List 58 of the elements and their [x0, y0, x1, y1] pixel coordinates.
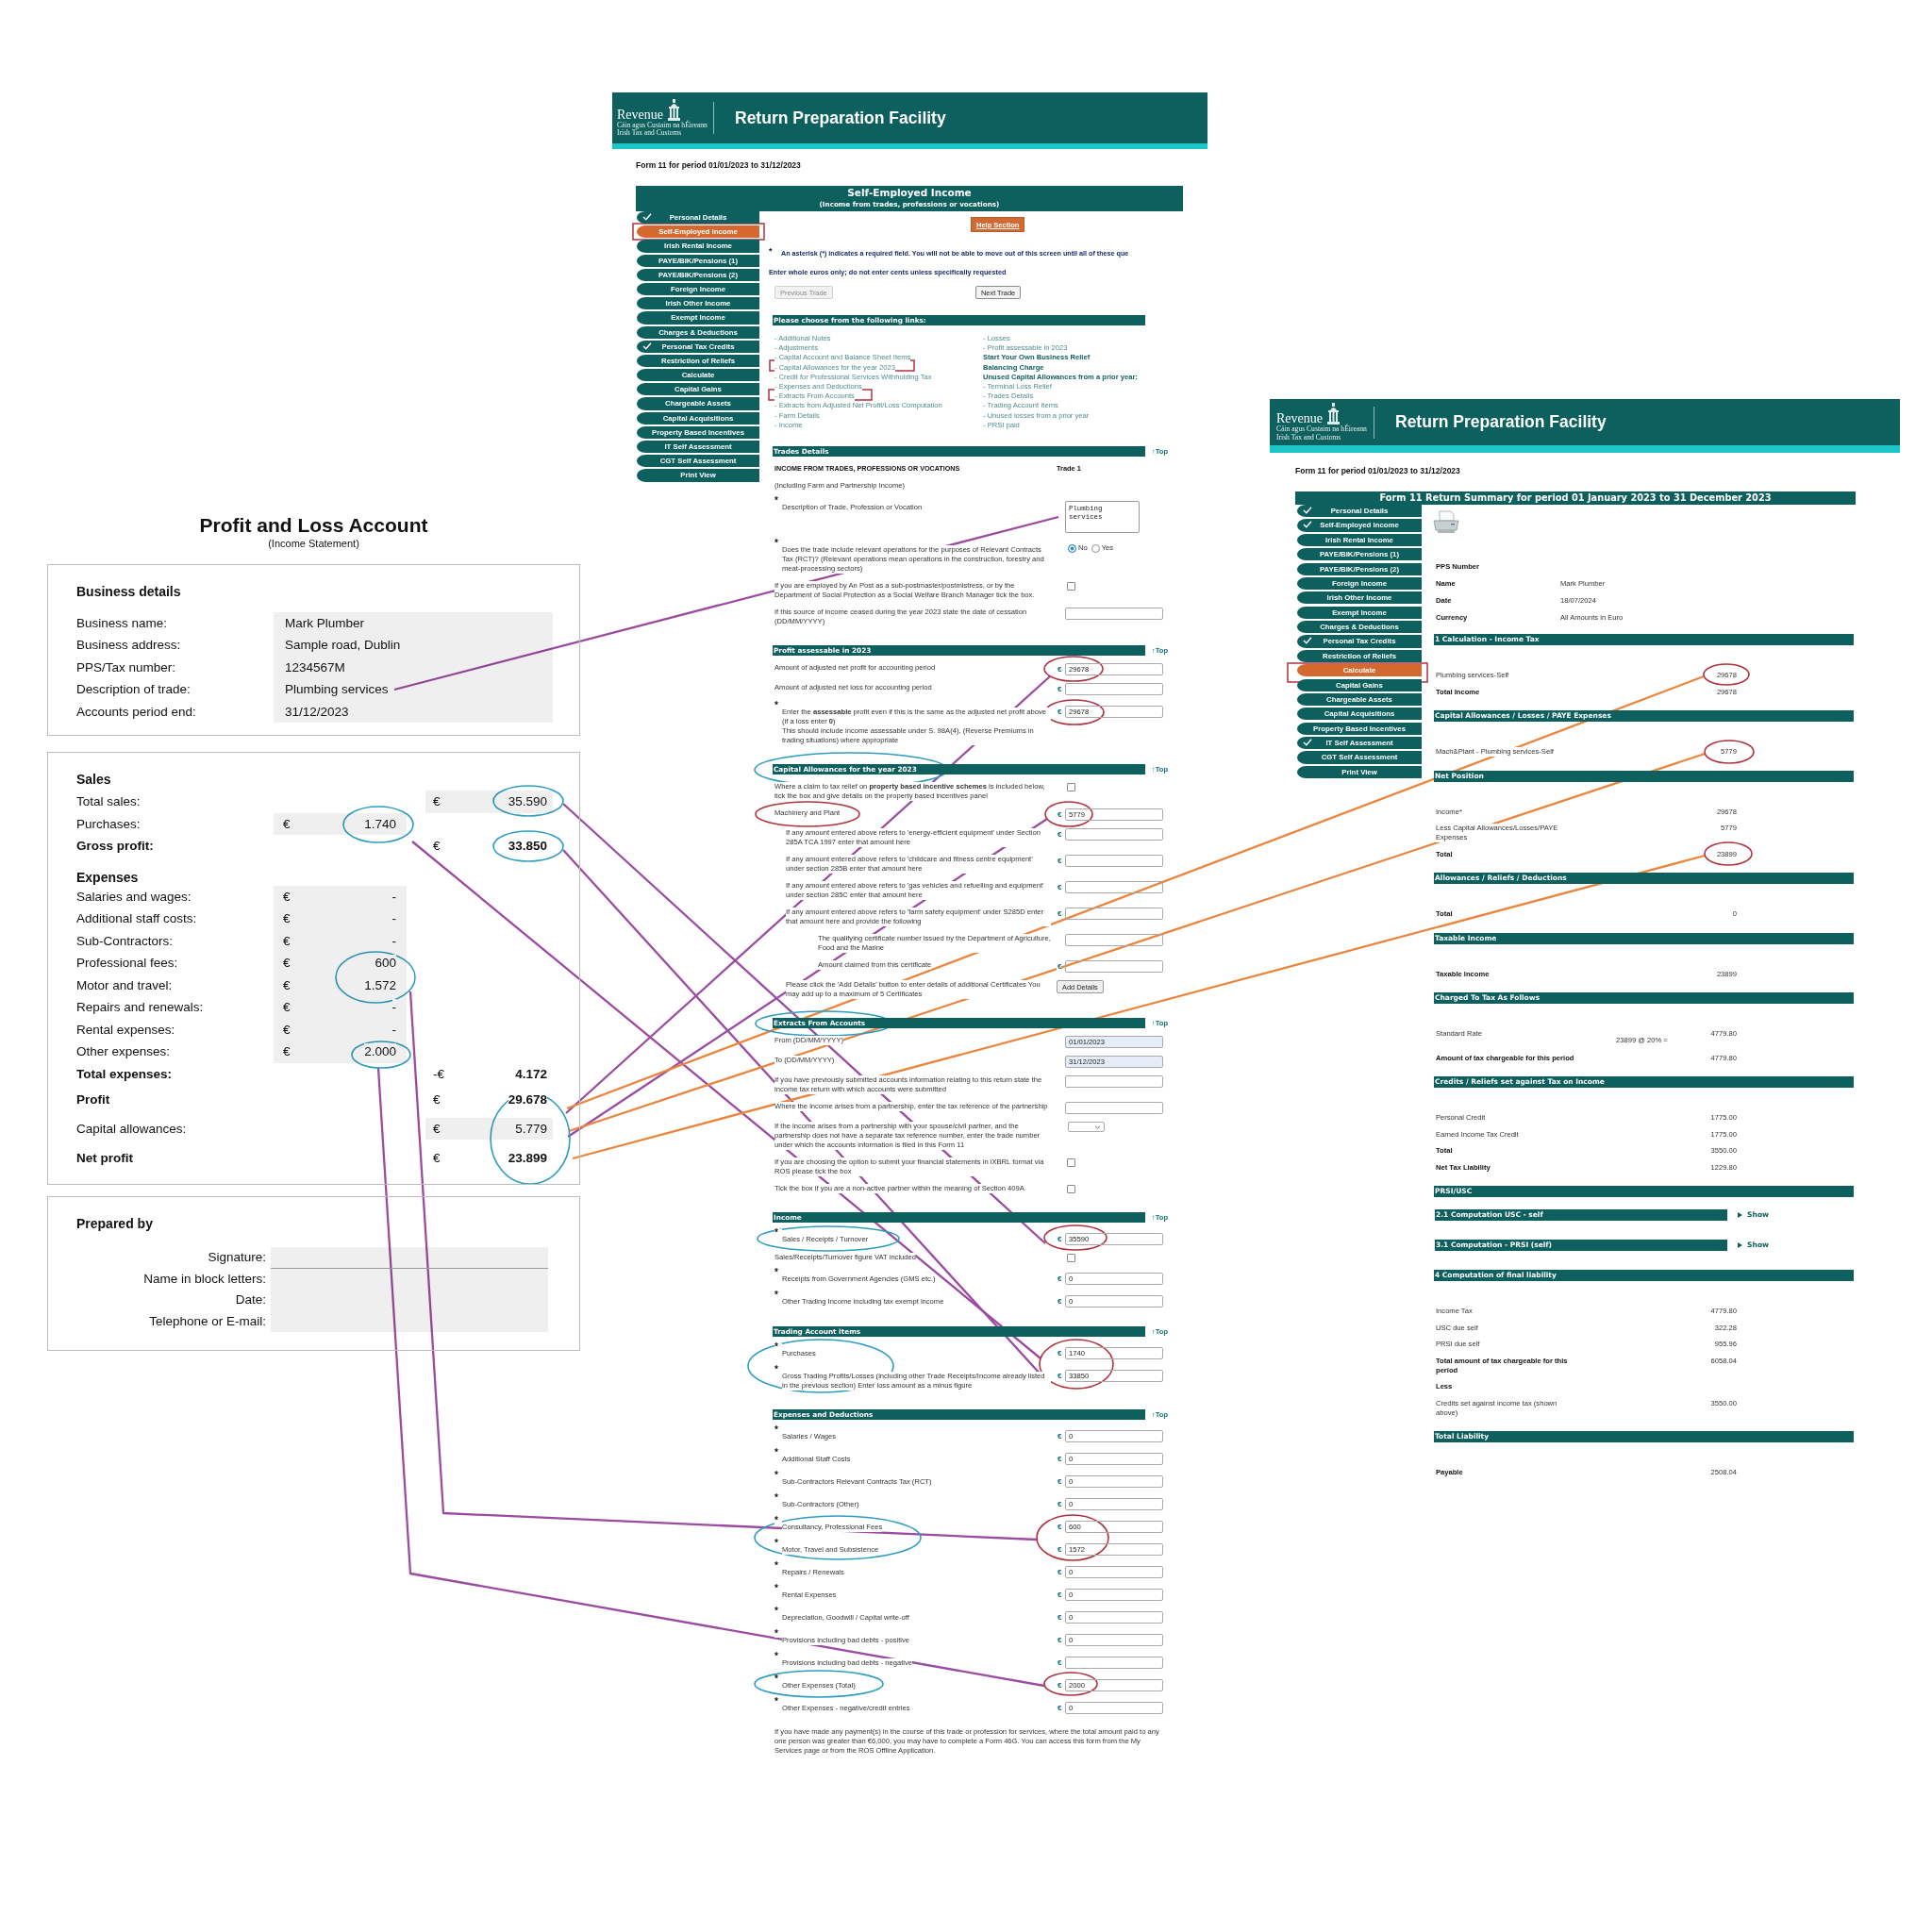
- checkbox[interactable]: [1067, 1158, 1075, 1168]
- input-field[interactable]: [1065, 683, 1163, 696]
- value-field: Plumbing services: [274, 678, 553, 701]
- dropdown[interactable]: [1068, 1122, 1105, 1133]
- chevron-down-icon: [1094, 1124, 1101, 1129]
- input-field[interactable]: [1065, 828, 1163, 841]
- input-field[interactable]: [1065, 1657, 1163, 1670]
- period-text: Form 11 for period 01/01/2023 to 31/12/2023: [636, 160, 801, 170]
- radio-button[interactable]: [1091, 543, 1100, 553]
- document-subtitle: (Income Statement): [268, 538, 359, 550]
- page-title: Self-Employed Income: [847, 186, 972, 199]
- highlight-ellipse: [1704, 841, 1753, 866]
- highlight-ellipse: [1703, 663, 1750, 686]
- check-icon: [642, 213, 652, 221]
- app-title: Return Preparation Facility: [1395, 412, 1607, 432]
- printer-icon[interactable]: [1432, 509, 1460, 534]
- input-field[interactable]: [1065, 1075, 1163, 1089]
- input-field[interactable]: [271, 1310, 548, 1333]
- triangle-icon[interactable]: [1738, 1242, 1742, 1248]
- checkbox[interactable]: [1067, 1185, 1075, 1194]
- check-icon: [1303, 739, 1312, 746]
- building-icon: [667, 98, 681, 122]
- value-field: Sample road, Dublin: [274, 634, 553, 657]
- checkbox[interactable]: [1067, 783, 1075, 792]
- logo-text: Revenue: [617, 107, 663, 122]
- input-field[interactable]: [1065, 960, 1163, 974]
- highlight-ellipse: [1043, 1672, 1098, 1696]
- highlight-ellipse: [1704, 740, 1755, 764]
- input-field[interactable]: [1065, 855, 1163, 868]
- value-field: Mark Plumber: [274, 612, 553, 635]
- app-title: Return Preparation Facility: [735, 108, 946, 128]
- triangle-icon[interactable]: [1738, 1212, 1742, 1218]
- required-marker: *: [769, 247, 774, 258]
- input-field[interactable]: [1065, 1102, 1163, 1115]
- input-field[interactable]: [1065, 608, 1163, 621]
- period-text: Form 11 for period 01/01/2023 to 31/12/2023: [1295, 466, 1460, 475]
- building-icon: [1326, 403, 1341, 426]
- highlight-ellipse: [1043, 656, 1104, 682]
- summary-title-bar: Form 11 Return Summary for period 01 January 2023 to 31 December 2023: [1295, 491, 1856, 505]
- required-marker: *: [774, 1630, 782, 1639]
- highlight-ellipse: [1043, 1224, 1108, 1251]
- checkbox[interactable]: [1067, 582, 1075, 591]
- required-marker: *: [774, 1517, 782, 1525]
- input-field[interactable]: [1065, 881, 1163, 894]
- check-icon: [1303, 637, 1312, 645]
- value-field: 1234567M: [274, 656, 553, 679]
- input-field[interactable]: [271, 1268, 548, 1291]
- check-icon: [642, 341, 652, 350]
- logo-text: Revenue: [1276, 411, 1323, 426]
- checkbox[interactable]: [1067, 1254, 1075, 1263]
- input-field[interactable]: [1065, 908, 1163, 921]
- input-field[interactable]: [1065, 934, 1163, 947]
- highlight-ellipse: [351, 1041, 411, 1069]
- value-field: 31/12/2023: [274, 700, 553, 724]
- highlight-ellipse: [1044, 801, 1093, 827]
- highlight-ellipse: [1044, 699, 1105, 725]
- section-heading: Prepared by: [76, 1215, 153, 1233]
- radio-button[interactable]: [1068, 543, 1076, 553]
